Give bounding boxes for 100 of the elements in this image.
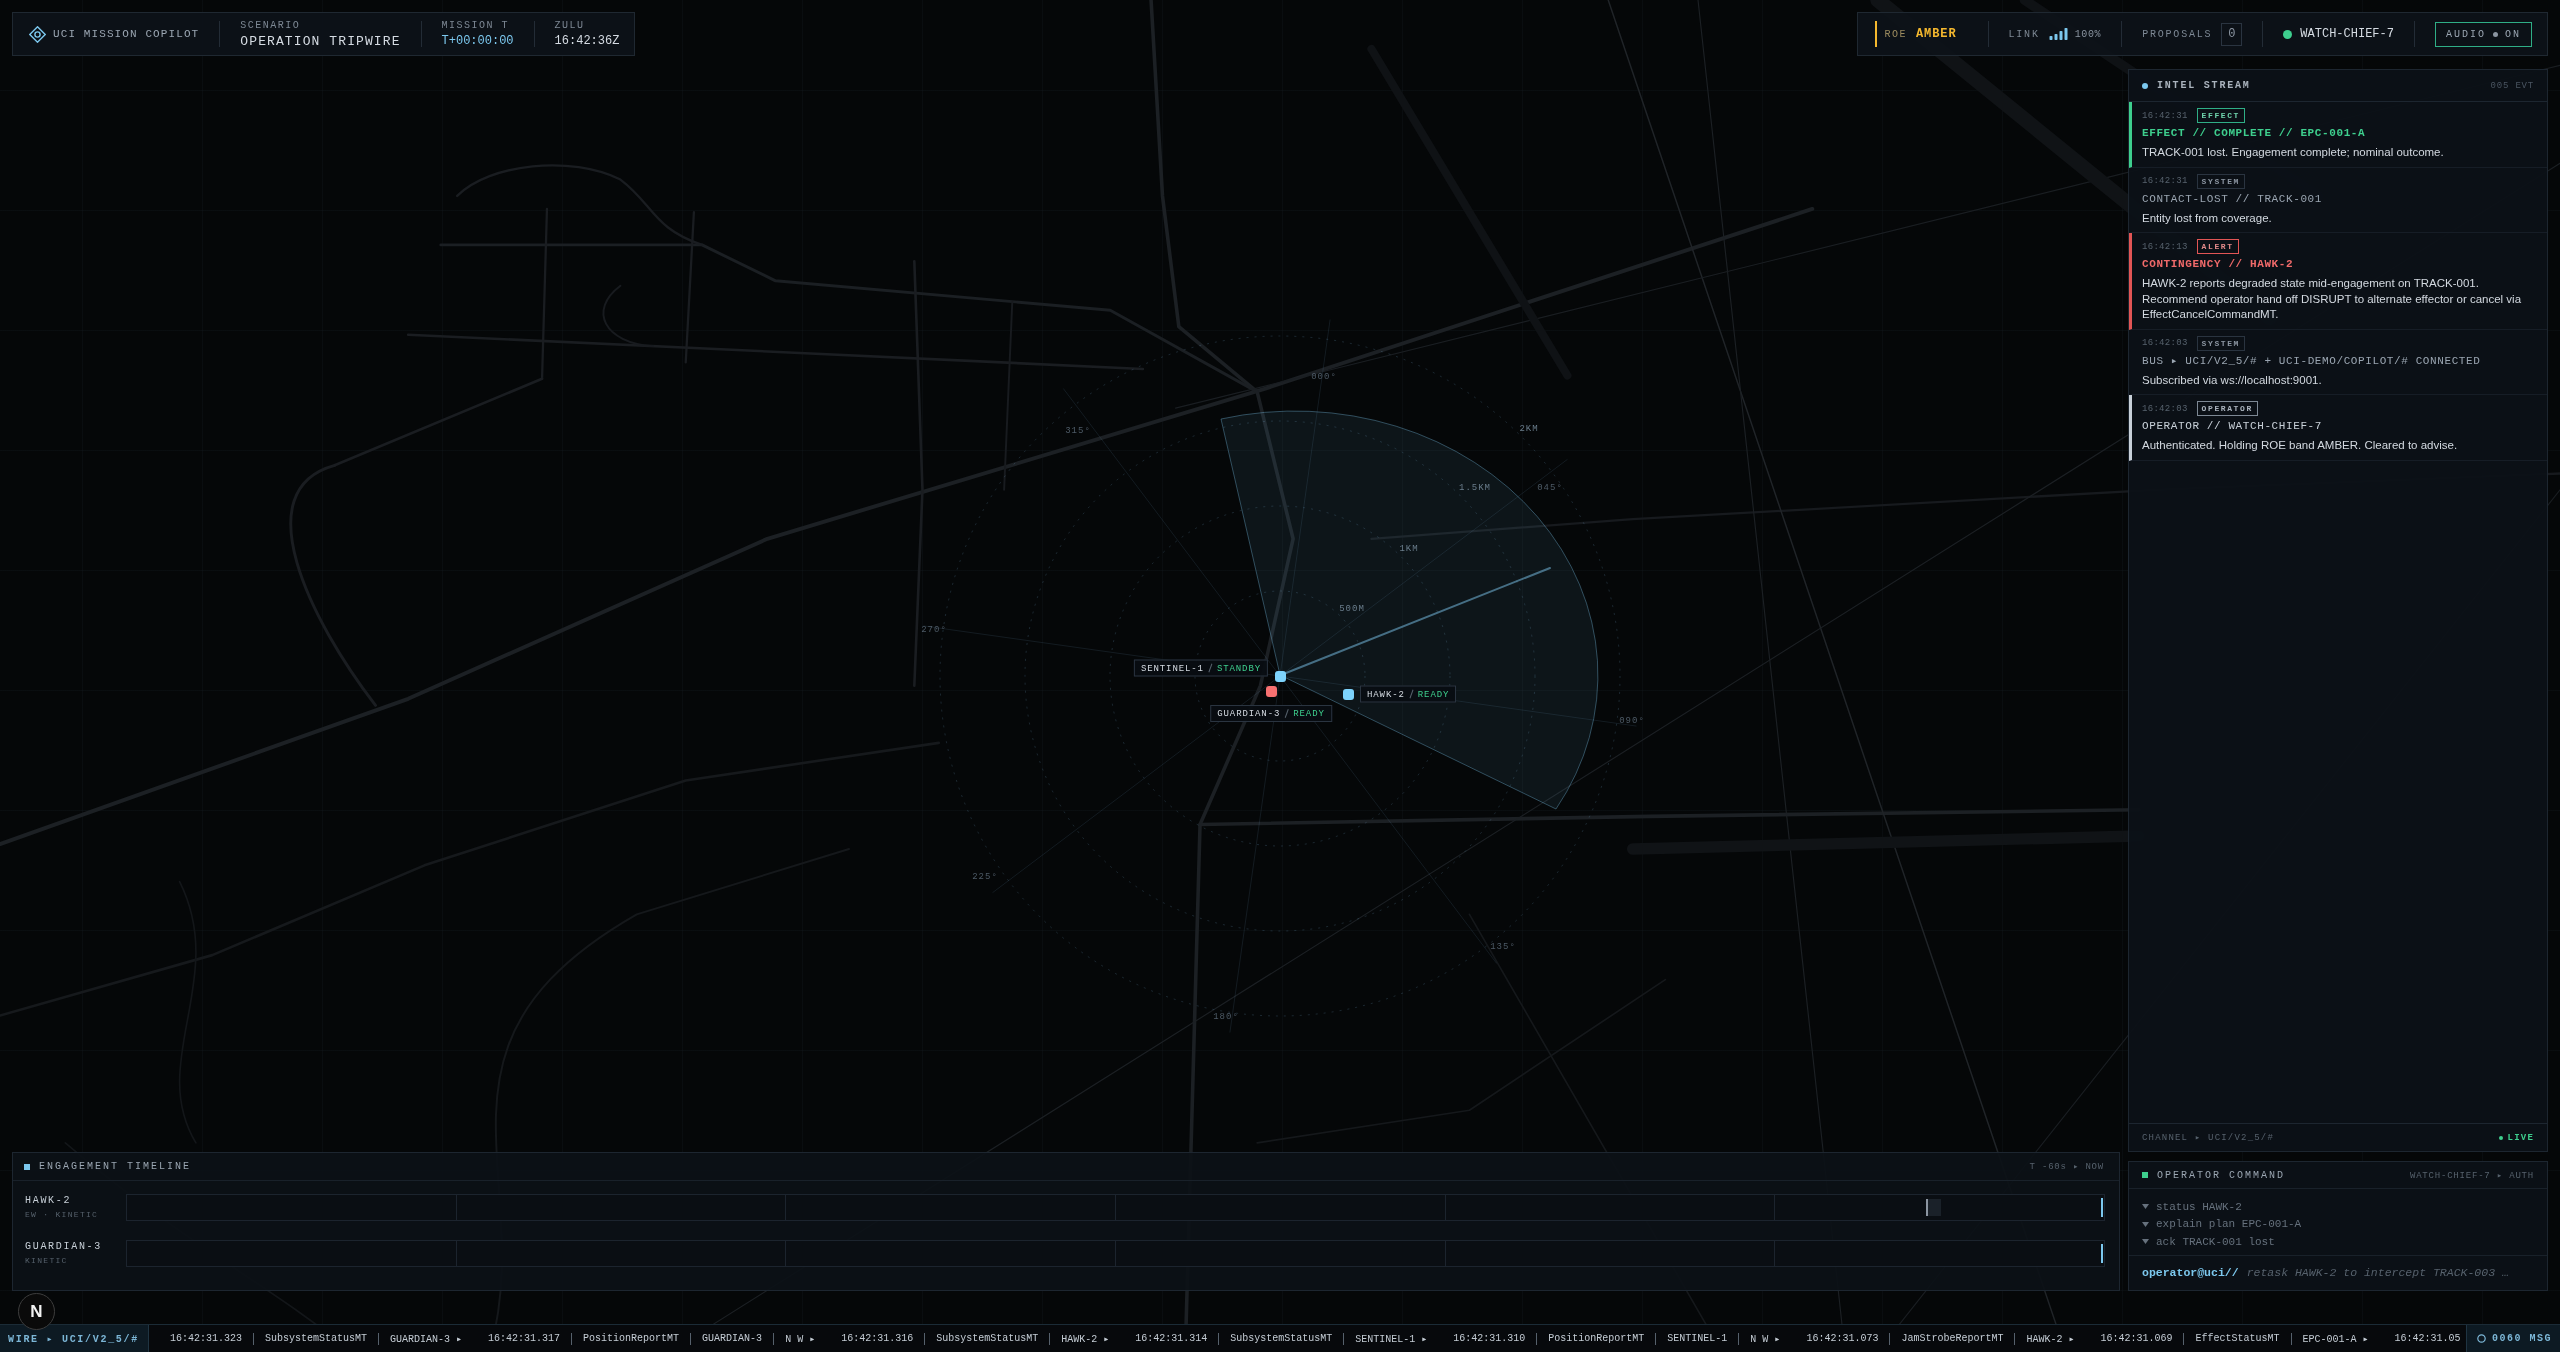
wire-channel-label: WIRE ▸ UCI/V2_5/# [0, 1325, 149, 1352]
message-field: SENTINEL-1 ▸ [1355, 1332, 1428, 1345]
command-suggestion[interactable]: status HAWK-2 [2142, 1198, 2242, 1216]
proposals-label: PROPOSALS [2142, 28, 2213, 40]
range-label: 1KM [1399, 544, 1419, 555]
header-value: OPERATION TRIPWIRE [240, 33, 401, 49]
ring-icon [2477, 1334, 2486, 1343]
message-time: 16:42:31.323 [170, 1333, 242, 1344]
command-suggestion[interactable]: explain plan EPC-001-A [2142, 1215, 2302, 1233]
message-type: PositionReportMT [1548, 1333, 1645, 1344]
message-field: N W ▸ [785, 1332, 816, 1345]
header-value: T+00:00:00 [441, 33, 514, 49]
event-tag: ALERT [2196, 239, 2239, 254]
event-text: Subscribed via ws://localhost:9001. [2142, 372, 2323, 388]
event-title: BUS ▸ UCI/V2_5/# + UCI-DEMO/COPILOT/# CONNECTED [2142, 353, 2482, 368]
event-text: TRACK-001 lost. Engagement complete; nominal outcome. [2142, 145, 2445, 160]
range-label: 2KM [1519, 424, 1539, 435]
event-time: 16:42:13 [2142, 241, 2188, 252]
bearing-label: 270° [921, 625, 947, 636]
event-title: OPERATOR // WATCH-CHIEF-7 [2142, 419, 2324, 433]
event-count: 005 EVT [2490, 80, 2534, 91]
message-time: 16:42:31.316 [841, 1333, 914, 1344]
message-time: 16:42:31.317 [488, 1333, 561, 1344]
live-label: LIVE [2507, 1132, 2534, 1143]
message-type: EffectStatusMT [2195, 1333, 2280, 1344]
bearing-label: 000° [1311, 372, 1337, 383]
panel-title: OPERATOR COMMAND [2157, 1169, 2285, 1181]
event-title: EFFECT // COMPLETE // EPC-001-A [2142, 126, 2367, 140]
event-tag: OPERATOR [2196, 401, 2258, 416]
event-time: 16:42:03 [2142, 403, 2188, 414]
message-field: GUARDIAN-3 [702, 1333, 763, 1344]
time-window: T -60s ▸ NOW [2029, 1161, 2104, 1172]
message-type: JamStrobeReportMT [1901, 1333, 2004, 1344]
asset-roles: KINETIC [25, 1255, 69, 1266]
message-field: HAWK-2 ▸ [1061, 1332, 1110, 1345]
message-field: HAWK-2 ▸ [2026, 1332, 2075, 1345]
link-quality: 100% [2074, 28, 2102, 40]
event-time: 16:42:03 [2142, 338, 2188, 348]
event-text: Entity lost from coverage. [2142, 210, 2273, 226]
channel-label: CHANNEL ▸ UCI/V2_5/# [2142, 1132, 2275, 1143]
unit-status: READY [1293, 708, 1325, 719]
dot-icon [2142, 82, 2148, 89]
panel-title: INTEL STREAM [2157, 80, 2251, 91]
message-time: 16:42:31.069 [2100, 1333, 2173, 1344]
event-text: Authenticated. Holding ROE band AMBER. Cleared to advise. [2142, 438, 2459, 453]
event-time: 16:42:31 [2142, 176, 2188, 186]
bearing-label: 090° [1619, 716, 1645, 727]
asset-name: HAWK-2 [25, 1195, 73, 1207]
range-label: 1.5KM [1459, 483, 1491, 494]
header-label: MISSION T [441, 19, 511, 32]
event-text: HAWK-2 reports degraded state mid-engagement on TRACK-001. Recommend operator hand off DISRUPT to alternate effector or cancel via EffectCancelCommandMT. [2142, 276, 2523, 322]
event-title: CONTINGENCY // HAWK-2 [2142, 257, 2295, 271]
event-title: CONTACT-LOST // TRACK-001 [2142, 191, 2324, 206]
asset-name: GUARDIAN-3 [25, 1241, 103, 1253]
proposals-count: 0 [2221, 22, 2243, 46]
bearing-label: 315° [1065, 426, 1091, 437]
bearing-label: 225° [972, 872, 998, 883]
unit-name: SENTINEL-1 [1140, 663, 1204, 673]
command-suggestion[interactable]: ack TRACK-001 lost [2142, 1233, 2275, 1251]
square-icon [2142, 1172, 2148, 1178]
message-type: SubsystemStatusMT [265, 1333, 368, 1344]
message-type: SubsystemStatusMT [936, 1333, 1039, 1344]
message-field: EPC-001-A ▸ [2302, 1332, 2369, 1345]
message-count: 0060 MSG [2492, 1333, 2552, 1344]
bearing-label: 180° [1213, 1012, 1239, 1023]
bearing-label: 135° [1490, 942, 1516, 953]
unit-status: READY [1417, 689, 1450, 699]
panel-title: ENGAGEMENT TIMELINE [39, 1161, 192, 1172]
range-label: 500M [1339, 604, 1365, 615]
audio-toggle-button[interactable]: AUDIO ON [2434, 21, 2532, 47]
event-tag: EFFECT [2196, 108, 2245, 123]
command-input[interactable]: retask HAWK-2 to intercept TRACK-003 … [2246, 1264, 2534, 1282]
app-title: UCI MISSION COPILOT [53, 28, 200, 40]
event-time: 16:42:31 [2142, 110, 2188, 121]
roe-label: ROE [1884, 28, 1907, 40]
unit-name: HAWK-2 [1367, 689, 1405, 699]
dot-icon [2493, 31, 2498, 37]
square-icon [24, 1163, 30, 1170]
unit-name: GUARDIAN-3 [1217, 708, 1281, 719]
message-field: GUARDIAN-3 ▸ [390, 1332, 463, 1345]
message-time: 16:42:31.073 [1806, 1333, 1879, 1344]
caret-icon [2142, 1239, 2149, 1245]
signal-bars-icon [2048, 28, 2068, 40]
auth-context: WATCH-CHIEF-7 ▸ AUTH [2409, 1169, 2534, 1181]
event-tag: SYSTEM [2196, 173, 2245, 189]
bearing-label: 045° [1537, 483, 1563, 494]
message-field: N W ▸ [1750, 1332, 1781, 1345]
header-label: ZULU [554, 19, 586, 32]
message-type: PositionReportMT [583, 1333, 680, 1344]
header-value: 16:42:36Z [554, 33, 620, 49]
prompt-label: operator@uci// [2142, 1266, 2239, 1280]
now-cursor [2101, 1244, 2103, 1263]
message-time: 16:42:31.310 [1453, 1333, 1526, 1344]
message-time: 16:42:31.314 [1135, 1333, 1208, 1344]
operator-name: WATCH-CHIEF-7 [2300, 27, 2394, 41]
header-label: SCENARIO [240, 19, 302, 32]
event-tag: SYSTEM [2196, 335, 2245, 351]
diamond-logo-icon [29, 25, 46, 43]
message-time: 16:42:31.05 [2394, 1333, 2461, 1344]
caret-icon [2142, 1221, 2149, 1227]
